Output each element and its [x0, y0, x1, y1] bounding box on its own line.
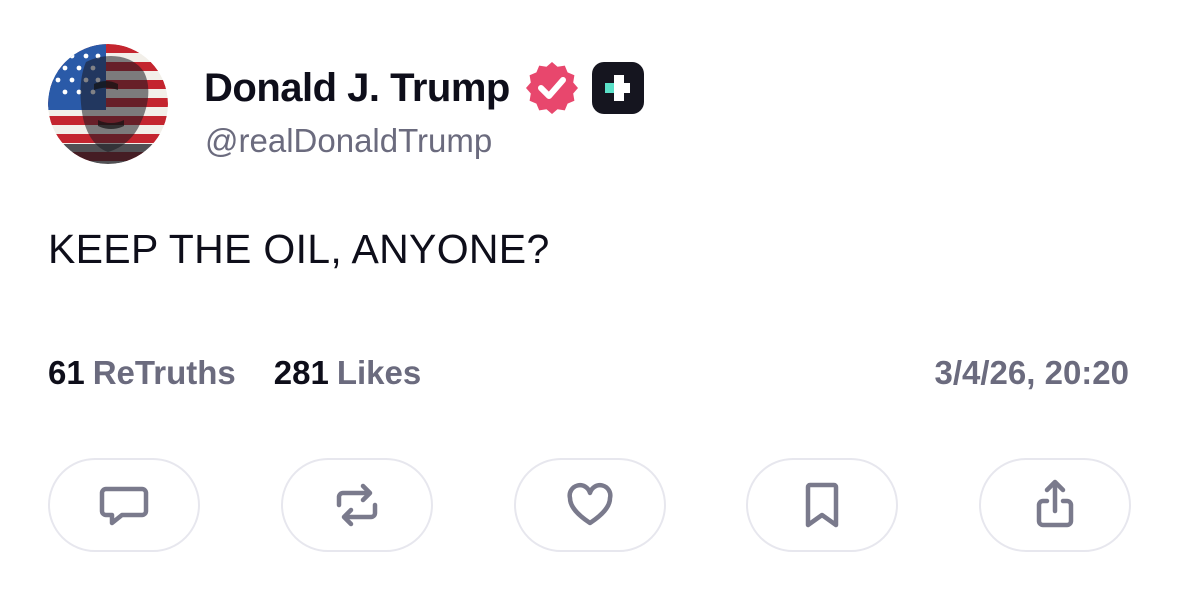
retruth-button[interactable] — [280, 458, 433, 552]
bookmark-icon — [806, 482, 839, 528]
author-avatar[interactable] — [48, 44, 168, 164]
author-handle[interactable]: @realDonaldTrump — [205, 122, 492, 160]
retruths-label: ReTruths — [92, 354, 236, 391]
like-button[interactable] — [513, 458, 666, 552]
author-name-row: Donald J. Trump — [204, 58, 644, 118]
comment-icon — [99, 486, 149, 526]
plus-badge-icon[interactable] — [591, 62, 644, 114]
likes-stat[interactable]: 281 Likes — [274, 354, 421, 392]
truth-post: Donald J. Trump @realDonaldTrump KEEP TH… — [0, 0, 1179, 590]
post-timestamp: 3/4/26, 20:20 — [934, 354, 1130, 391]
retruths-stat[interactable]: 61 ReTruths — [48, 354, 236, 392]
action-bar — [48, 458, 1131, 554]
likes-count: 281 — [273, 354, 329, 391]
author-display-name[interactable]: Donald J. Trump — [204, 66, 510, 111]
reply-button[interactable] — [48, 458, 200, 552]
repost-icon — [336, 483, 377, 527]
post-stats: 61 ReTruths 281 Likes — [48, 354, 459, 392]
share-button[interactable] — [979, 458, 1131, 552]
share-icon — [1036, 479, 1074, 528]
likes-label: Likes — [336, 354, 422, 391]
verified-badge-icon — [525, 62, 578, 114]
bookmark-button[interactable] — [746, 458, 899, 552]
flag-portrait-avatar-icon — [48, 44, 168, 164]
post-text: KEEP THE OIL, ANYONE? — [48, 226, 550, 272]
retruths-count: 61 — [48, 354, 85, 391]
heart-icon — [566, 483, 613, 526]
